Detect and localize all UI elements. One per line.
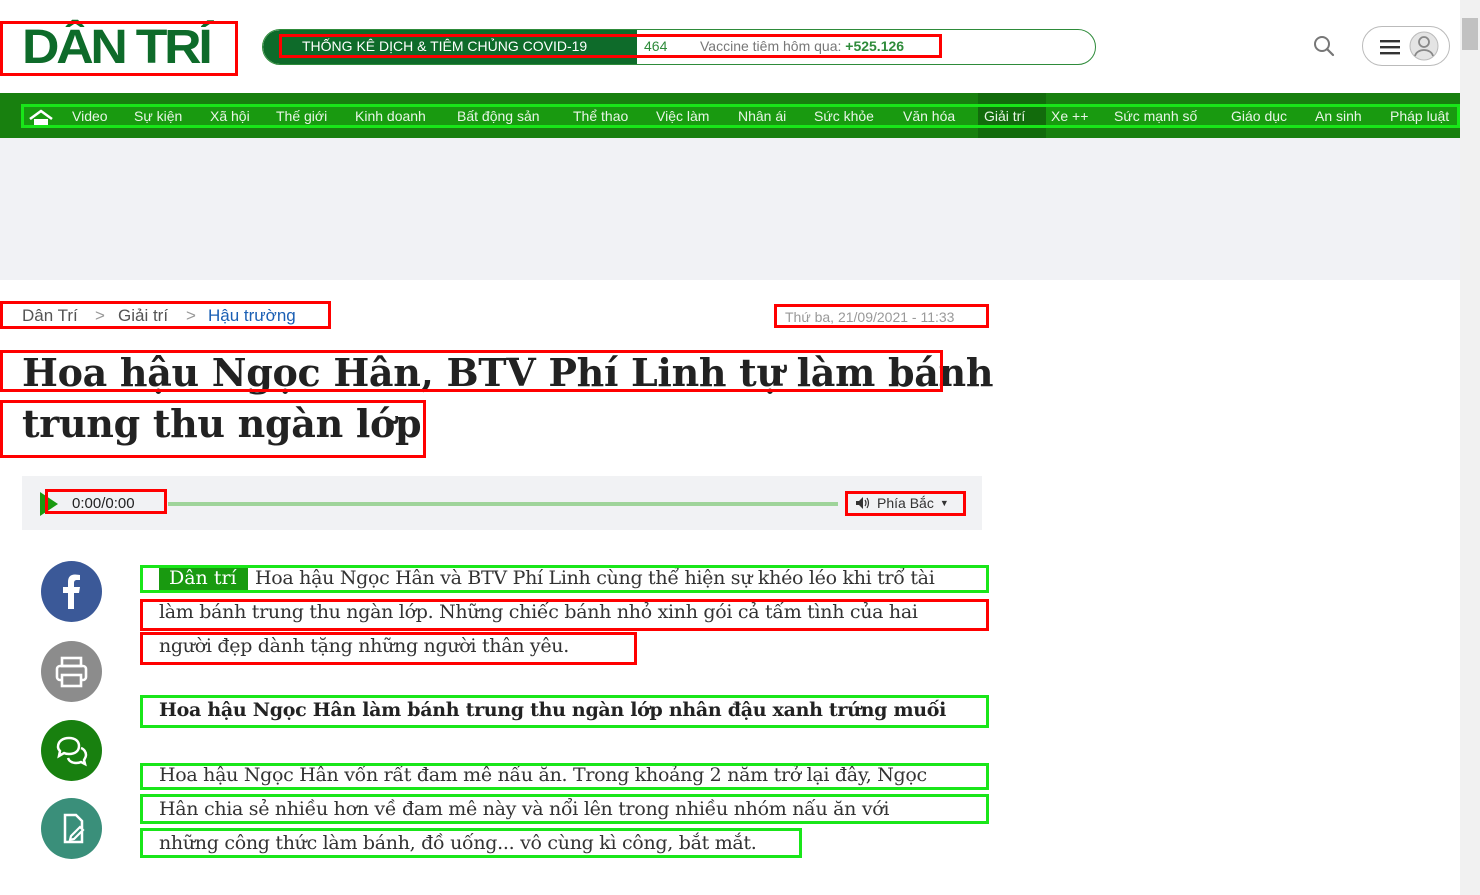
scrollbar-thumb[interactable] <box>1462 18 1478 50</box>
audio-progress-track[interactable] <box>168 502 838 506</box>
highlight-box <box>140 695 989 728</box>
highlight-box <box>140 599 989 631</box>
menu-button[interactable] <box>1362 26 1450 66</box>
facebook-share-button[interactable] <box>41 561 102 622</box>
comment-icon <box>56 736 88 767</box>
print-icon <box>55 656 88 688</box>
highlight-box <box>0 350 943 392</box>
hamburger-icon <box>1380 40 1400 55</box>
edit-button[interactable] <box>41 798 102 859</box>
highlight-box <box>845 491 966 516</box>
highlight-box <box>140 632 637 665</box>
highlight-box <box>774 304 989 328</box>
scrollbar[interactable] <box>1460 0 1480 895</box>
highlight-box <box>140 828 802 858</box>
ad-banner-area <box>0 138 1460 280</box>
highlight-box <box>45 489 167 514</box>
highlight-box <box>140 565 989 593</box>
highlight-box <box>0 400 426 458</box>
highlight-box <box>21 104 1460 128</box>
highlight-box <box>279 34 942 58</box>
comment-button[interactable] <box>41 720 102 781</box>
highlight-box <box>140 794 989 824</box>
search-icon[interactable] <box>1312 34 1336 58</box>
highlight-box <box>140 763 989 790</box>
print-button[interactable] <box>41 641 102 702</box>
edit-icon <box>63 813 85 844</box>
highlight-box <box>0 21 238 76</box>
highlight-box <box>0 301 331 329</box>
facebook-icon <box>63 574 80 609</box>
user-icon <box>1409 31 1439 61</box>
